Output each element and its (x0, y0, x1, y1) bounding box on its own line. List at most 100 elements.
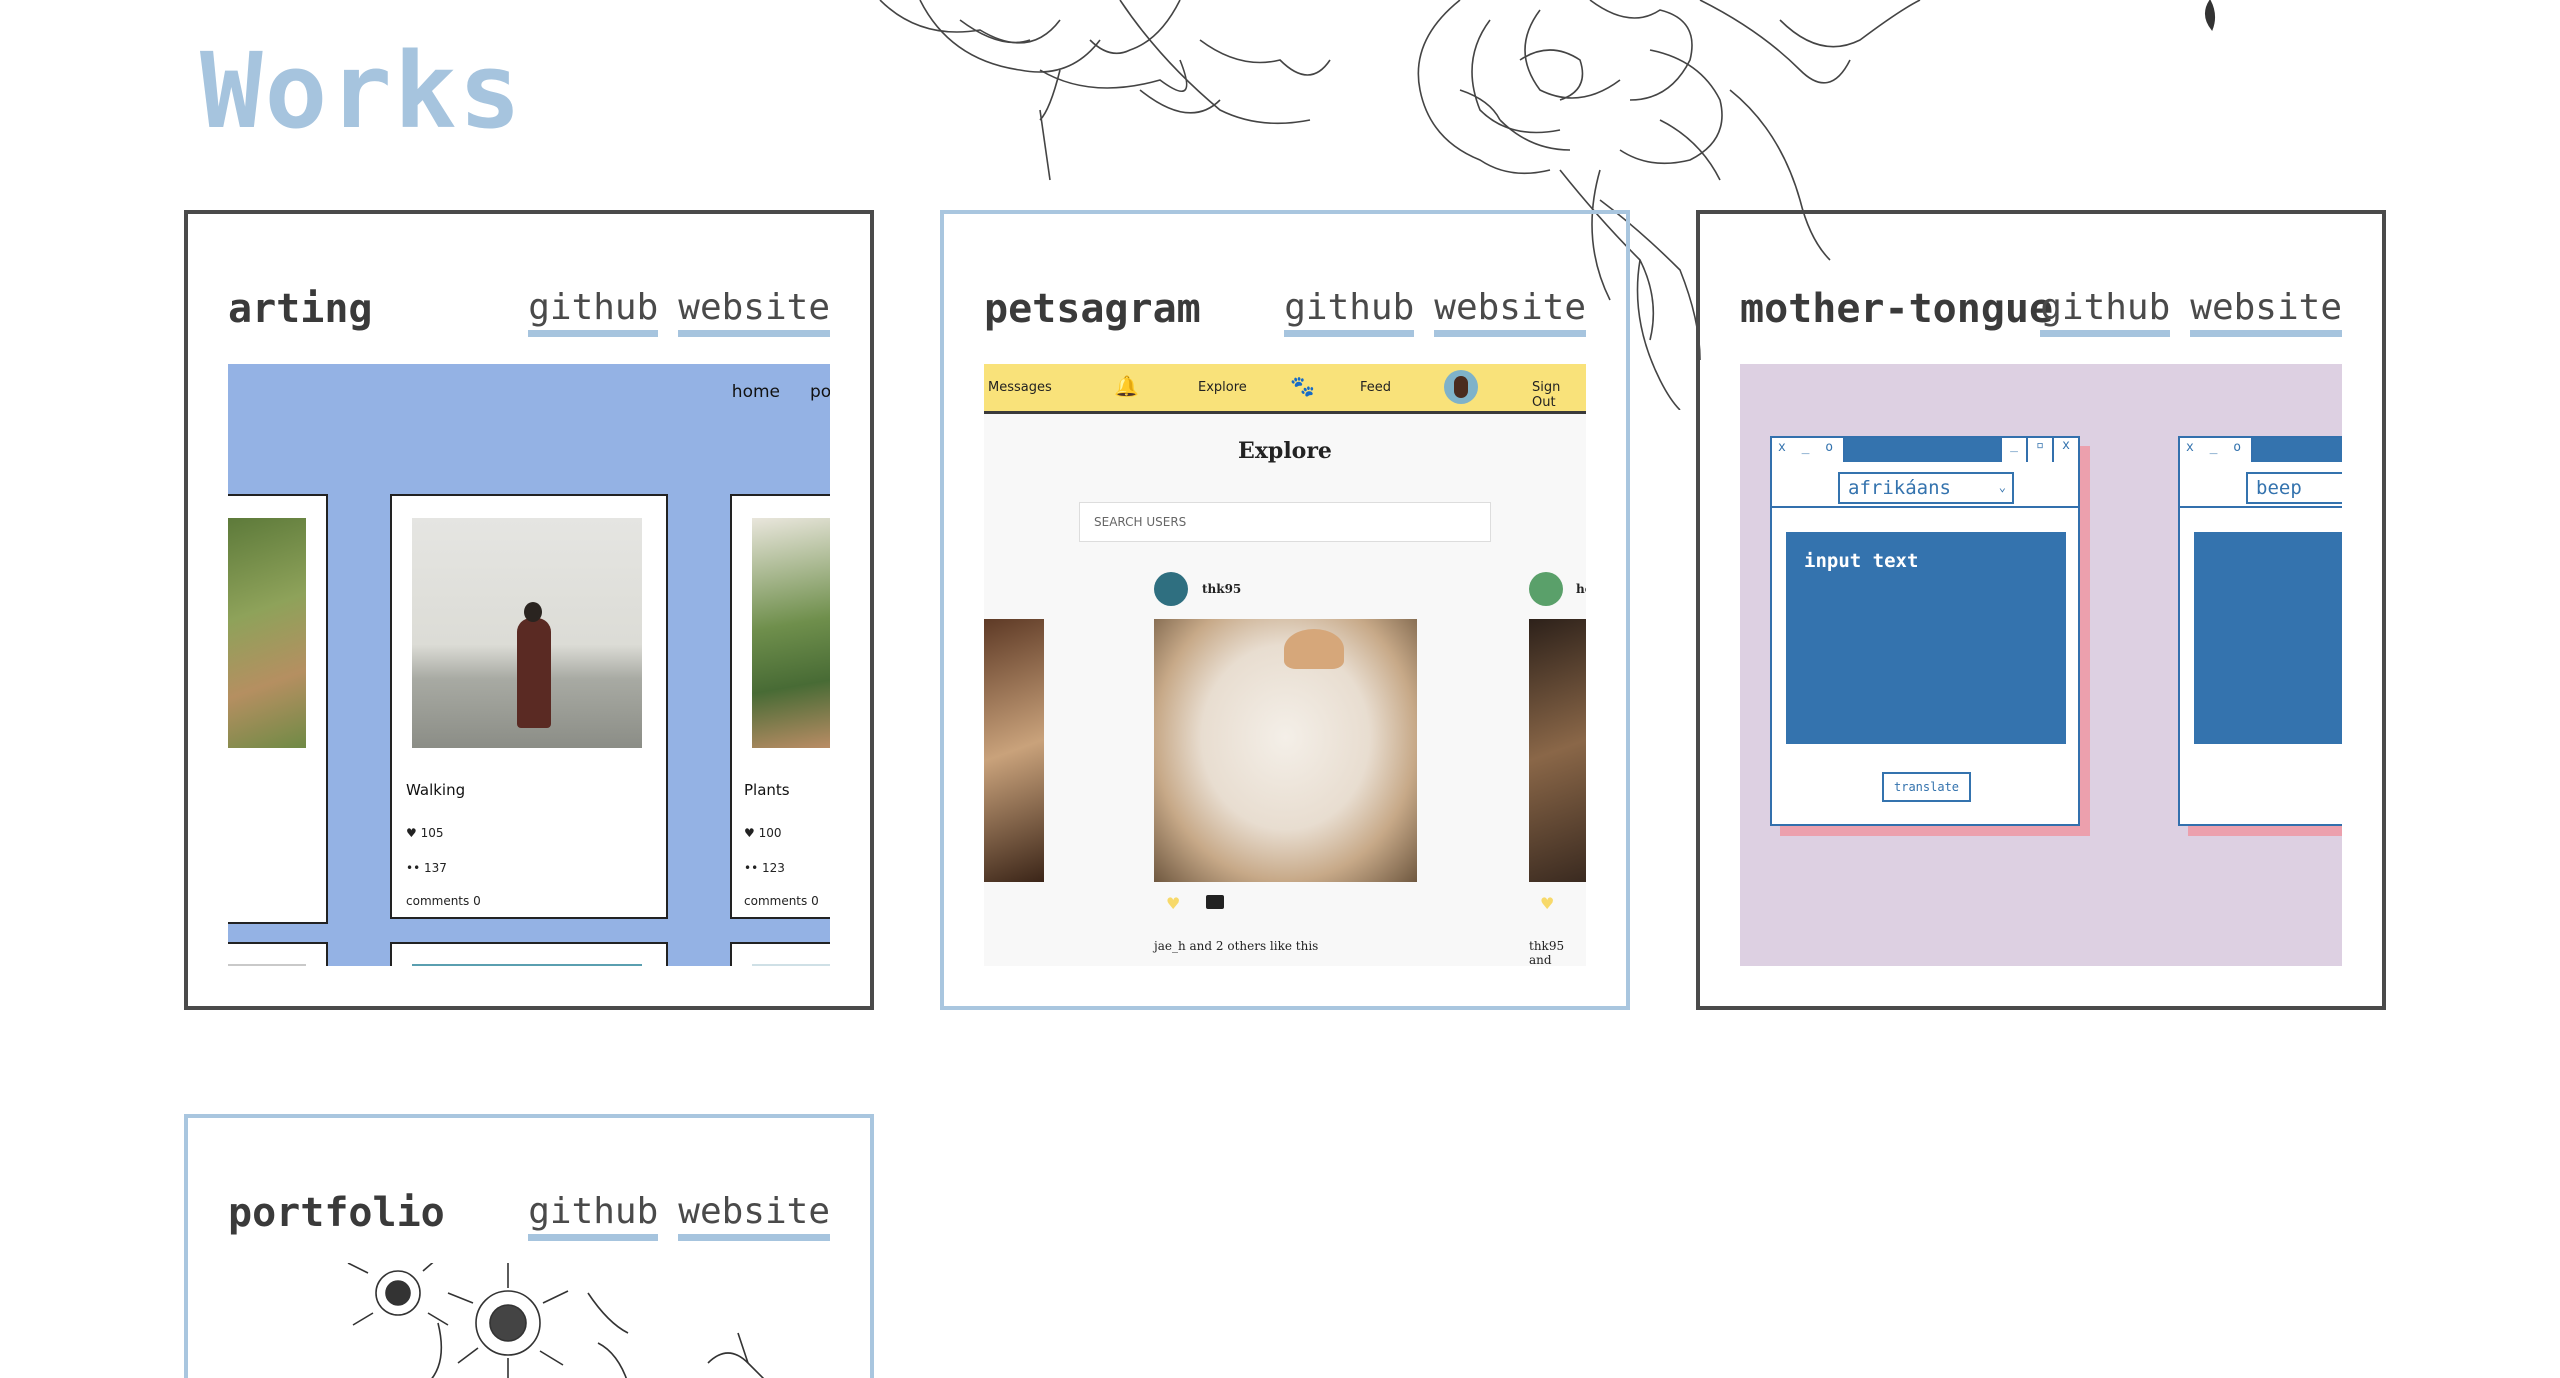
art-card-comments: comments 0 (744, 894, 819, 908)
website-link[interactable]: website (2190, 286, 2342, 337)
cat-photo-partial-right (1529, 619, 1586, 882)
art-card-next-row (730, 942, 830, 966)
project-card-arting: arting github website home po Walking ♥ … (184, 210, 874, 1010)
cat-photo-partial-left (984, 619, 1044, 882)
comment-icon (1206, 895, 1224, 909)
art-card-views: •• 123 (744, 861, 785, 875)
walking-head (524, 602, 542, 622)
cat-photo (1154, 619, 1417, 882)
art-card: Walking ♥ 105 •• 137 comments 0 (390, 494, 668, 919)
chevron-down-icon: ⌄ (1998, 480, 2006, 494)
sunflower-illustration (347, 1263, 765, 1378)
art-card-comments: comments 0 (406, 894, 481, 908)
translate-window: x _ o _ ▫ x afrikáans ⌄ input text transl… (1770, 436, 2080, 826)
page-title: Works (200, 30, 524, 152)
project-card-mother-tongue: mother-tongue github website x _ o _ ▫ x… (1696, 210, 2386, 1010)
bell-icon: 🔔 (1114, 374, 1139, 398)
project-links: github website (1284, 286, 1586, 337)
views-count: 137 (423, 861, 447, 875)
cat-ear (1284, 629, 1344, 669)
post-username: he (1576, 582, 1586, 596)
language-value: afrikáans (1848, 477, 1951, 499)
post-likes-text: thk95 and (1529, 939, 1565, 966)
window-divider (1772, 506, 2078, 508)
walking-photo (412, 518, 642, 748)
project-links: github website (528, 286, 830, 337)
translate-window-partial: x _ o beep (2178, 436, 2342, 826)
user-avatar (1529, 572, 1563, 606)
explore-heading: Explore (1238, 438, 1332, 464)
next-row-strip (228, 964, 306, 966)
nav-messages: Messages (988, 380, 1052, 395)
project-title: portfolio (228, 1190, 445, 1236)
likes-count: 100 (758, 826, 782, 840)
avatar (1444, 370, 1478, 404)
language-select: afrikáans ⌄ (1838, 472, 2014, 504)
window-titlebar: x _ o (2180, 438, 2342, 462)
nav-explore: Explore (1198, 380, 1247, 395)
nav-sign-out: Sign Out (1532, 380, 1561, 410)
card-header: arting github website (228, 286, 830, 346)
input-text-area: input text (1786, 532, 2066, 744)
art-card-title: Plants (744, 781, 790, 799)
input-text-area (2194, 532, 2342, 744)
next-row-strip (752, 964, 830, 966)
plants-photo (752, 518, 830, 748)
maximize-icon: ▫ (2026, 438, 2052, 462)
nav-feed: Feed (1360, 380, 1392, 395)
project-title: arting (228, 286, 373, 332)
user-avatar (1154, 572, 1188, 606)
window-controls: x _ o (1772, 438, 1846, 462)
petsagram-nav: Messages 🔔 Explore 🐾 Feed Sign Out (984, 364, 1586, 414)
project-links: github website (2040, 286, 2342, 337)
website-link[interactable]: website (678, 286, 830, 337)
avatar-face (1454, 376, 1468, 398)
minimize-icon: _ (2000, 438, 2026, 462)
arting-screenshot: home po Walking ♥ 105 •• 137 comments 0 … (228, 364, 830, 966)
card-header: portfolio github website (228, 1190, 830, 1250)
walking-figure (517, 618, 551, 728)
flower-illustration-left (879, 0, 1331, 181)
art-card-views: •• 137 (406, 861, 447, 875)
website-link[interactable]: website (678, 1190, 830, 1241)
art-card-next-row (390, 942, 668, 966)
card-header: petsagram github website (984, 286, 1586, 346)
project-links: github website (528, 1190, 830, 1241)
next-row-strip (412, 964, 642, 966)
project-card-petsagram: petsagram github website Messages 🔔 Expl… (940, 210, 1630, 1010)
arting-nav: home po (732, 382, 830, 402)
art-card-title: Walking (406, 781, 466, 799)
website-link[interactable]: website (1434, 286, 1586, 337)
arting-nav-home: home (731, 382, 780, 402)
art-card-likes: ♥ 105 (406, 826, 444, 840)
views-count: 123 (761, 861, 785, 875)
github-link[interactable]: github (528, 286, 659, 337)
window-controls: x _ o (2180, 438, 2254, 462)
github-link[interactable]: github (1284, 286, 1415, 337)
art-card-partial-left (228, 494, 328, 924)
project-title: petsagram (984, 286, 1201, 332)
mother-tongue-screenshot: x _ o _ ▫ x afrikáans ⌄ input text transl… (1740, 364, 2342, 966)
art-card-likes: ♥ 100 (744, 826, 782, 840)
project-card-portfolio: portfolio github website (184, 1114, 874, 1378)
window-divider (2180, 506, 2342, 508)
post-username: thk95 (1202, 582, 1242, 596)
post-likes-text: jae_h and 2 others like this (1154, 939, 1319, 953)
window-titlebar: x _ o _ ▫ x (1772, 438, 2078, 462)
close-icon: x (2052, 438, 2078, 462)
language-select: beep (2246, 472, 2342, 504)
arting-nav-posts: po (810, 382, 830, 402)
heart-icon: ♥ (1166, 894, 1181, 913)
art-card-next-row (228, 942, 328, 966)
translate-button: translate (1882, 772, 1972, 802)
leaf-sketch-right (2205, 0, 2216, 31)
github-link[interactable]: github (528, 1190, 659, 1241)
window-buttons: _ ▫ x (2000, 438, 2078, 462)
search-users-input: SEARCH USERS (1079, 502, 1491, 542)
card-header: mother-tongue github website (1740, 286, 2342, 346)
github-link[interactable]: github (2040, 286, 2171, 337)
paw-icon: 🐾 (1290, 374, 1315, 398)
petsagram-screenshot: Messages 🔔 Explore 🐾 Feed Sign Out Explo… (984, 364, 1586, 966)
project-title: mother-tongue (1740, 286, 2054, 332)
field-photo (228, 518, 306, 748)
